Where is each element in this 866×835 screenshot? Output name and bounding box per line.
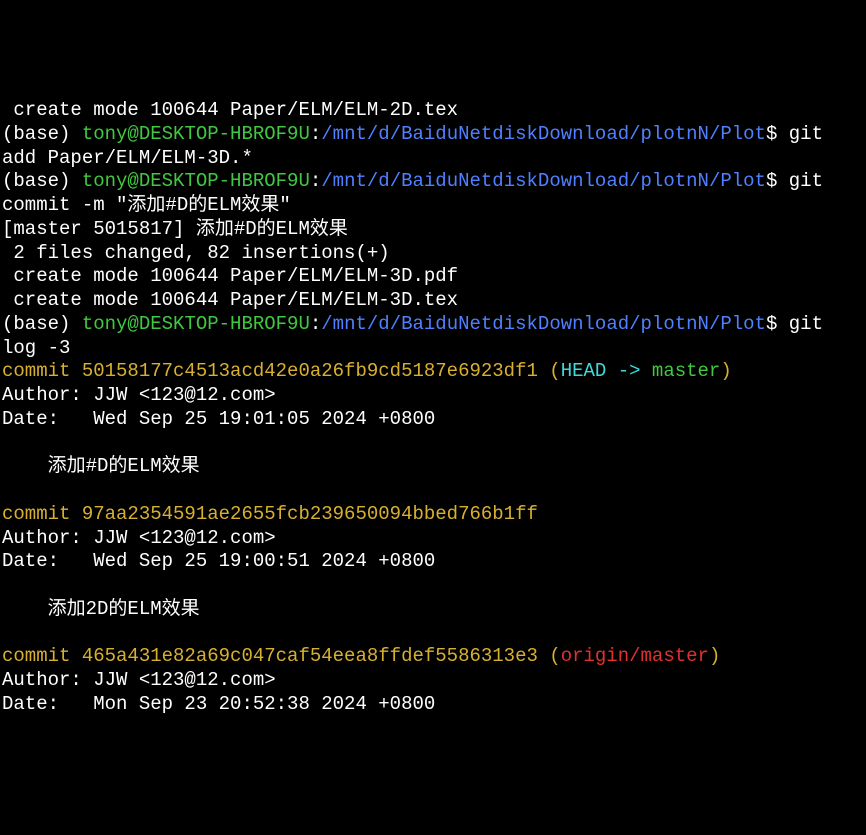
date-line: Date: Wed Sep 25 19:01:05 2024 +0800 bbox=[2, 408, 864, 432]
command-text: git bbox=[789, 313, 823, 335]
prompt-colon: : bbox=[310, 313, 321, 335]
prompt-colon: : bbox=[310, 123, 321, 145]
prompt-dollar: $ bbox=[766, 313, 789, 335]
prompt-path: /mnt/d/BaiduNetdiskDownload/plotnN/Plot bbox=[321, 313, 766, 335]
prompt-user: tony@DESKTOP-HBROF9U bbox=[82, 123, 310, 145]
blank-line bbox=[2, 574, 864, 598]
command-text: git bbox=[789, 170, 823, 192]
prompt-line: (base) tony@DESKTOP-HBROF9U:/mnt/d/Baidu… bbox=[2, 170, 864, 194]
prompt-base: (base) bbox=[2, 170, 82, 192]
prompt-path: /mnt/d/BaiduNetdiskDownload/plotnN/Plot bbox=[321, 123, 766, 145]
blank-line bbox=[2, 432, 864, 456]
prompt-dollar: $ bbox=[766, 170, 789, 192]
prompt-line: (base) tony@DESKTOP-HBROF9U:/mnt/d/Baidu… bbox=[2, 123, 864, 147]
commit-line: commit 50158177c4513acd42e0a26fb9cd5187e… bbox=[2, 360, 864, 384]
head-ref: HEAD -> bbox=[561, 360, 652, 382]
blank-line bbox=[2, 479, 864, 503]
prompt-path: /mnt/d/BaiduNetdiskDownload/plotnN/Plot bbox=[321, 170, 766, 192]
command-text: log -3 bbox=[2, 337, 864, 361]
author-line: Author: JJW <123@12.com> bbox=[2, 669, 864, 693]
output-line: create mode 100644 Paper/ELM/ELM-2D.tex bbox=[2, 99, 864, 123]
commit-message: 添加#D的ELM效果 bbox=[2, 455, 864, 479]
paren: ( bbox=[538, 360, 561, 382]
branch-ref: master bbox=[652, 360, 720, 382]
commit-hash: commit 97aa2354591ae2655fcb239650094bbed… bbox=[2, 503, 864, 527]
prompt-user: tony@DESKTOP-HBROF9U bbox=[82, 313, 310, 335]
output-line: create mode 100644 Paper/ELM/ELM-3D.pdf bbox=[2, 265, 864, 289]
output-line: create mode 100644 Paper/ELM/ELM-3D.tex bbox=[2, 289, 864, 313]
commit-message: 添加2D的ELM效果 bbox=[2, 598, 864, 622]
prompt-colon: : bbox=[310, 170, 321, 192]
prompt-base: (base) bbox=[2, 313, 82, 335]
date-line: Date: Mon Sep 23 20:52:38 2024 +0800 bbox=[2, 693, 864, 717]
prompt-user: tony@DESKTOP-HBROF9U bbox=[82, 170, 310, 192]
prompt-dollar: $ bbox=[766, 123, 789, 145]
author-line: Author: JJW <123@12.com> bbox=[2, 384, 864, 408]
output-line: [master 5015817] 添加#D的ELM效果 bbox=[2, 218, 864, 242]
output-line: 2 files changed, 82 insertions(+) bbox=[2, 242, 864, 266]
author-line: Author: JJW <123@12.com> bbox=[2, 527, 864, 551]
command-text: git bbox=[789, 123, 823, 145]
date-line: Date: Wed Sep 25 19:00:51 2024 +0800 bbox=[2, 550, 864, 574]
command-text: commit -m "添加#D的ELM效果" bbox=[2, 194, 864, 218]
command-text: add Paper/ELM/ELM-3D.* bbox=[2, 147, 864, 171]
blank-line bbox=[2, 622, 864, 646]
terminal-output[interactable]: create mode 100644 Paper/ELM/ELM-2D.tex(… bbox=[2, 99, 864, 717]
commit-hash: commit 50158177c4513acd42e0a26fb9cd5187e… bbox=[2, 360, 538, 382]
prompt-base: (base) bbox=[2, 123, 82, 145]
paren: ) bbox=[720, 360, 731, 382]
prompt-line: (base) tony@DESKTOP-HBROF9U:/mnt/d/Baidu… bbox=[2, 313, 864, 337]
